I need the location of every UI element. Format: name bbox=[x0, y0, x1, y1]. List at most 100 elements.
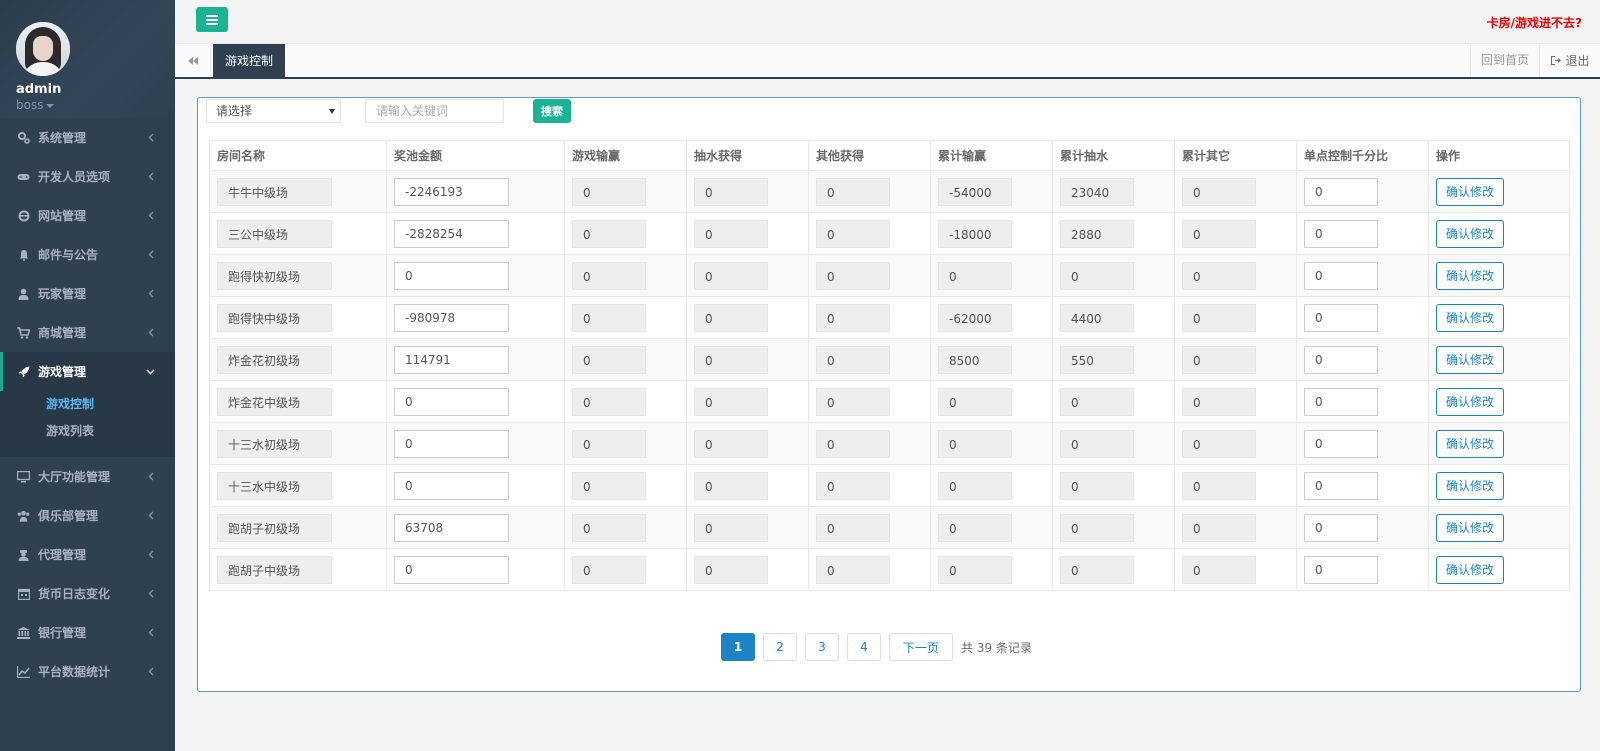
back-to-home-link[interactable]: 回到首页 bbox=[1469, 44, 1540, 77]
chevron-down-icon bbox=[144, 365, 157, 378]
control-permille-input[interactable]: 0 bbox=[1304, 555, 1378, 584]
readonly-value-field: 0 bbox=[1060, 429, 1134, 458]
sidebar-item-label: 游戏管理 bbox=[38, 365, 87, 379]
table-cell: 0 bbox=[564, 254, 687, 297]
tab-game-control[interactable]: 游戏控制 bbox=[213, 44, 285, 77]
confirm-edit-button[interactable]: 确认修改 bbox=[1436, 177, 1504, 206]
subnav-item-0[interactable]: 游戏控制 bbox=[0, 391, 175, 418]
sidebar-item-6[interactable]: 游戏管理 bbox=[0, 352, 175, 391]
sidebar-item-8[interactable]: 俱乐部管理 bbox=[0, 496, 175, 535]
confirm-edit-button[interactable]: 确认修改 bbox=[1436, 471, 1504, 500]
control-permille-input[interactable]: 0 bbox=[1304, 177, 1378, 206]
next-page-button[interactable]: 下一页 bbox=[889, 633, 954, 661]
table-cell: 0 bbox=[564, 422, 687, 465]
table-cell: 0 bbox=[686, 338, 809, 381]
sidebar-item-11[interactable]: 银行管理 bbox=[0, 613, 175, 652]
table-cell: 确认修改 bbox=[1428, 338, 1570, 381]
confirm-edit-button[interactable]: 确认修改 bbox=[1436, 345, 1504, 374]
sidebar-item-0[interactable]: 系统管理 bbox=[0, 118, 175, 157]
table-cell: 0 bbox=[930, 464, 1053, 507]
column-header: 单点控制千分比 bbox=[1296, 140, 1429, 171]
room-name-field: 跑胡子初级场 bbox=[217, 513, 332, 542]
chevron-left-icon bbox=[144, 170, 157, 183]
control-permille-input[interactable]: 0 bbox=[1304, 303, 1378, 332]
room-name-field: 炸金花中级场 bbox=[217, 387, 332, 416]
tab-scroll-left-button[interactable] bbox=[175, 44, 211, 77]
control-permille-input[interactable]: 0 bbox=[1304, 387, 1378, 416]
table-cell: 0 bbox=[686, 380, 809, 423]
help-link[interactable]: 卡房/游戏进不去? bbox=[1487, 14, 1582, 31]
avatar[interactable] bbox=[16, 22, 70, 76]
confirm-edit-button[interactable]: 确认修改 bbox=[1436, 387, 1504, 416]
user-icon bbox=[17, 287, 30, 300]
sidebar-item-9[interactable]: 代理管理 bbox=[0, 535, 175, 574]
sidebar-item-12[interactable]: 平台数据统计 bbox=[0, 652, 175, 691]
table-row: 跑得快中级场 -980978 0 0 0 -62000 4400 0 0 确认修改 bbox=[209, 296, 1570, 339]
chevron-left-icon bbox=[144, 587, 157, 600]
confirm-edit-button[interactable]: 确认修改 bbox=[1436, 219, 1504, 248]
search-button[interactable]: 搜索 bbox=[533, 99, 571, 123]
readonly-value-field: 550 bbox=[1060, 345, 1134, 374]
prize-pool-input[interactable]: 63708 bbox=[394, 513, 509, 542]
table-cell: 0 bbox=[1296, 170, 1429, 213]
logout-button[interactable]: 退出 bbox=[1540, 44, 1600, 77]
control-permille-input[interactable]: 0 bbox=[1304, 471, 1378, 500]
confirm-edit-button[interactable]: 确认修改 bbox=[1436, 555, 1504, 584]
prize-pool-input[interactable]: -2246193 bbox=[394, 177, 509, 206]
readonly-value-field: 0 bbox=[694, 261, 768, 290]
category-select[interactable]: 请选择 bbox=[206, 99, 341, 123]
control-permille-input[interactable]: 0 bbox=[1304, 429, 1378, 458]
sidebar-item-2[interactable]: 网站管理 bbox=[0, 196, 175, 235]
prize-pool-input[interactable]: 0 bbox=[394, 429, 509, 458]
readonly-value-field: 0 bbox=[572, 261, 646, 290]
control-permille-input[interactable]: 0 bbox=[1304, 345, 1378, 374]
sidebar-item-10[interactable]: 货币日志变化 bbox=[0, 574, 175, 613]
table-cell: 0 bbox=[1174, 422, 1297, 465]
control-permille-input[interactable]: 0 bbox=[1304, 513, 1378, 542]
control-permille-input[interactable]: 0 bbox=[1304, 261, 1378, 290]
table-row: 三公中级场 -2828254 0 0 0 -18000 2880 0 0 确认修改 bbox=[209, 212, 1570, 255]
prize-pool-input[interactable]: 114791 bbox=[394, 345, 509, 374]
readonly-value-field: 0 bbox=[572, 177, 646, 206]
prize-pool-input[interactable]: 0 bbox=[394, 555, 509, 584]
prize-pool-input[interactable]: -980978 bbox=[394, 303, 509, 332]
table-cell: 0 bbox=[1174, 506, 1297, 549]
user-role-dropdown[interactable]: boss bbox=[16, 98, 175, 112]
confirm-edit-button[interactable]: 确认修改 bbox=[1436, 261, 1504, 290]
sidebar-item-3[interactable]: 邮件与公告 bbox=[0, 235, 175, 274]
confirm-edit-button[interactable]: 确认修改 bbox=[1436, 513, 1504, 542]
sidebar-item-1[interactable]: 开发人员选项 bbox=[0, 157, 175, 196]
page-button[interactable]: 4 bbox=[847, 633, 881, 661]
table-cell: 0 bbox=[808, 338, 931, 381]
prize-pool-input[interactable]: 0 bbox=[394, 387, 509, 416]
rocket-icon bbox=[17, 365, 30, 378]
table-cell: 0 bbox=[686, 506, 809, 549]
room-name-field: 跑得快中级场 bbox=[217, 303, 332, 332]
page-button[interactable]: 1 bbox=[721, 633, 755, 661]
readonly-value-field: 0 bbox=[816, 219, 890, 248]
readonly-value-field: 0 bbox=[1060, 513, 1134, 542]
prize-pool-input[interactable]: 0 bbox=[394, 261, 509, 290]
menu-toggle-button[interactable] bbox=[196, 7, 228, 32]
table-cell: 0 bbox=[686, 254, 809, 297]
prize-pool-input[interactable]: 0 bbox=[394, 471, 509, 500]
subnav-item-1[interactable]: 游戏列表 bbox=[0, 418, 175, 445]
confirm-edit-button[interactable]: 确认修改 bbox=[1436, 429, 1504, 458]
prize-pool-input[interactable]: -2828254 bbox=[394, 219, 509, 248]
page-button[interactable]: 2 bbox=[763, 633, 797, 661]
room-name-field: 炸金花初级场 bbox=[217, 345, 332, 374]
sidebar-item-7[interactable]: 大厅功能管理 bbox=[0, 457, 175, 496]
sidebar-item-5[interactable]: 商城管理 bbox=[0, 313, 175, 352]
readonly-value-field: 0 bbox=[572, 555, 646, 584]
page-button[interactable]: 3 bbox=[805, 633, 839, 661]
readonly-value-field: 0 bbox=[816, 177, 890, 206]
table-cell: -62000 bbox=[930, 296, 1053, 339]
table-cell: 0 bbox=[1296, 338, 1429, 381]
keyword-input[interactable] bbox=[365, 99, 504, 123]
control-permille-input[interactable]: 0 bbox=[1304, 219, 1378, 248]
confirm-edit-button[interactable]: 确认修改 bbox=[1436, 303, 1504, 332]
readonly-value-field: 0 bbox=[1182, 177, 1256, 206]
sidebar-item-4[interactable]: 玩家管理 bbox=[0, 274, 175, 313]
table-cell: 0 bbox=[930, 254, 1053, 297]
table-cell: 0 bbox=[808, 380, 931, 423]
